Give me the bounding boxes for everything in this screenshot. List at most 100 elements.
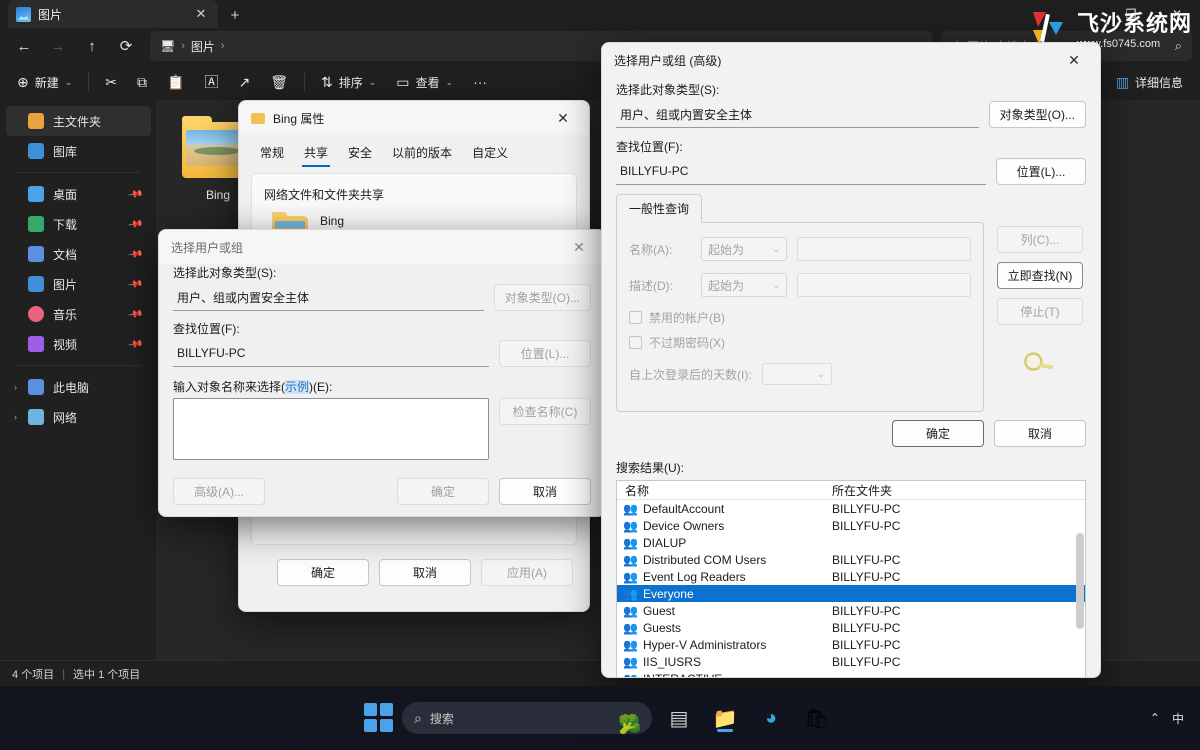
description-operator-select[interactable]: 起始为 ⌄	[701, 273, 787, 297]
sidebar-item-gallery[interactable]: 图库	[6, 136, 151, 166]
column-header-name[interactable]: 名称	[617, 482, 832, 499]
breadcrumb-pictures[interactable]: 图片	[191, 38, 215, 55]
pin-icon[interactable]: 📌	[127, 186, 144, 202]
rename-button[interactable]: 🄰	[195, 67, 227, 97]
sidebar-item-this-pc[interactable]: › 此电脑	[6, 372, 151, 402]
object-types-button[interactable]: 对象类型(O)...	[493, 284, 591, 311]
columns-button[interactable]: 列(C)...	[997, 226, 1083, 253]
table-row[interactable]: 👥 DIALUP	[617, 534, 1085, 551]
paste-button[interactable]: 📋	[158, 67, 193, 97]
disabled-accounts-checkbox[interactable]	[629, 311, 642, 324]
pin-icon[interactable]: 📌	[127, 246, 144, 262]
locations-button[interactable]: 位置(L)...	[996, 158, 1086, 185]
sort-button[interactable]: ⇅ 排序 ⌄	[312, 67, 385, 97]
column-header-folder[interactable]: 所在文件夹	[832, 482, 1085, 499]
non-expiring-password-checkbox[interactable]	[629, 336, 642, 349]
non-expiring-password-row[interactable]: 不过期密码(X)	[629, 334, 971, 351]
name-operator-select[interactable]: 起始为 ⌄	[701, 237, 787, 261]
table-row[interactable]: 👥 IIS_IUSRS BILLYFU-PC	[617, 653, 1085, 670]
sidebar-item-music[interactable]: 音乐 📌	[6, 299, 151, 329]
up-button[interactable]: ↑	[76, 31, 108, 61]
object-names-textarea[interactable]	[173, 398, 489, 460]
tab-pictures[interactable]: 图片 ✕	[8, 0, 218, 28]
examples-link[interactable]: 示例	[285, 380, 310, 394]
apply-button[interactable]: 应用(A)	[481, 559, 573, 586]
forward-button[interactable]: →	[42, 31, 74, 61]
cut-button[interactable]: ✂	[96, 67, 126, 97]
find-now-button[interactable]: 立即查找(N)	[997, 262, 1083, 289]
ok-button[interactable]: 确定	[892, 420, 984, 447]
ok-button[interactable]: 确定	[277, 559, 369, 586]
pin-icon[interactable]: 📌	[127, 306, 144, 322]
table-row[interactable]: 👥 Guests BILLYFU-PC	[617, 619, 1085, 636]
object-type-value[interactable]: 用户、组或内置安全主体	[173, 285, 484, 311]
pin-icon[interactable]: 📌	[127, 336, 144, 352]
cancel-button[interactable]: 取消	[994, 420, 1086, 447]
description-value-input[interactable]	[797, 273, 971, 297]
chevron-right-icon[interactable]: ›	[14, 382, 17, 392]
new-button[interactable]: ⊕ 新建 ⌄	[8, 67, 81, 97]
new-tab-button[interactable]: +	[222, 2, 248, 28]
stop-button[interactable]: 停止(T)	[997, 298, 1083, 325]
cancel-button[interactable]: 取消	[379, 559, 471, 586]
enter-names-label: 输入对象名称来选择(示例)(E):	[173, 378, 591, 395]
tab-security[interactable]: 安全	[339, 139, 381, 167]
back-button[interactable]: ←	[8, 31, 40, 61]
ok-button[interactable]: 确定	[397, 478, 489, 505]
more-options-button[interactable]: ···	[464, 67, 496, 97]
days-since-logon-select[interactable]: ⌄	[761, 363, 832, 385]
table-row[interactable]: 👥 Event Log Readers BILLYFU-PC	[617, 568, 1085, 585]
tab-general[interactable]: 常规	[251, 139, 293, 167]
cancel-button[interactable]: 取消	[499, 478, 591, 505]
tab-close-icon[interactable]: ✕	[192, 5, 210, 23]
table-row[interactable]: 👥 DefaultAccount BILLYFU-PC	[617, 500, 1085, 517]
start-button[interactable]	[364, 703, 394, 733]
sidebar-item-pictures[interactable]: 图片 📌	[6, 269, 151, 299]
table-row[interactable]: 👥 Guest BILLYFU-PC	[617, 602, 1085, 619]
sidebar-item-downloads[interactable]: 下载 📌	[6, 209, 151, 239]
chevron-right-icon[interactable]: ›	[14, 412, 17, 422]
pin-icon[interactable]: 📌	[127, 276, 144, 292]
tab-previous-versions[interactable]: 以前的版本	[383, 139, 461, 167]
sidebar-item-videos[interactable]: 视频 📌	[6, 329, 151, 359]
close-icon[interactable]: ✕	[543, 103, 583, 133]
close-icon[interactable]: ✕	[559, 232, 599, 262]
tray-chevron-icon[interactable]: ⌃	[1150, 711, 1160, 725]
task-view-button[interactable]: ▤	[660, 699, 698, 737]
copy-button[interactable]: ⧉	[128, 67, 156, 97]
tab-sharing[interactable]: 共享	[295, 139, 337, 167]
tab-customize[interactable]: 自定义	[463, 139, 517, 167]
taskbar-search-box[interactable]: ⌕ 搜索 🥦	[402, 702, 652, 734]
sidebar-item-documents[interactable]: 文档 📌	[6, 239, 151, 269]
disabled-accounts-row[interactable]: 禁用的帐户(B)	[629, 309, 971, 326]
advanced-button[interactable]: 高级(A)...	[173, 478, 265, 505]
locations-button[interactable]: 位置(L)...	[499, 340, 591, 367]
file-explorer-taskbar-button[interactable]: 📁	[706, 699, 744, 737]
name-value-input[interactable]	[797, 237, 971, 261]
search-results-list[interactable]: 名称 所在文件夹 👥 DefaultAccount BILLYFU-PC 👥 Devi…	[616, 480, 1086, 678]
check-names-button[interactable]: 检查名称(C)	[499, 398, 591, 425]
sidebar-item-home[interactable]: 主文件夹	[6, 106, 151, 136]
tab-common-queries[interactable]: 一般性查询	[616, 194, 703, 223]
share-button[interactable]: ↗	[229, 67, 259, 97]
view-button[interactable]: ▭ 查看 ⌄	[387, 67, 462, 97]
table-row[interactable]: 👥 Distributed COM Users BILLYFU-PC	[617, 551, 1085, 568]
table-row[interactable]: 👥 Hyper-V Administrators BILLYFU-PC	[617, 636, 1085, 653]
object-types-button[interactable]: 对象类型(O)...	[988, 101, 1086, 128]
delete-button[interactable]: 🗑	[261, 67, 297, 97]
results-scrollbar-thumb[interactable]	[1076, 533, 1084, 629]
sidebar-item-network[interactable]: › 网络	[6, 402, 151, 432]
location-value[interactable]: BILLYFU-PC	[173, 341, 489, 367]
details-pane-button[interactable]: ▥ 详细信息	[1107, 67, 1192, 97]
table-row[interactable]: 👥 INTERACTIVE	[617, 670, 1085, 678]
refresh-button[interactable]: ⟳	[110, 31, 142, 61]
ime-indicator[interactable]: 中	[1172, 710, 1184, 727]
table-row-selected[interactable]: 👥 Everyone	[617, 585, 1085, 602]
location-value[interactable]: BILLYFU-PC	[616, 159, 986, 185]
pin-icon[interactable]: 📌	[127, 216, 144, 232]
object-type-value[interactable]: 用户、组或内置安全主体	[616, 102, 979, 128]
edge-browser-button[interactable]: ◕	[752, 699, 790, 737]
sidebar-item-desktop[interactable]: 桌面 📌	[6, 179, 151, 209]
microsoft-store-button[interactable]: 🛍	[798, 699, 836, 737]
table-row[interactable]: 👥 Device Owners BILLYFU-PC	[617, 517, 1085, 534]
